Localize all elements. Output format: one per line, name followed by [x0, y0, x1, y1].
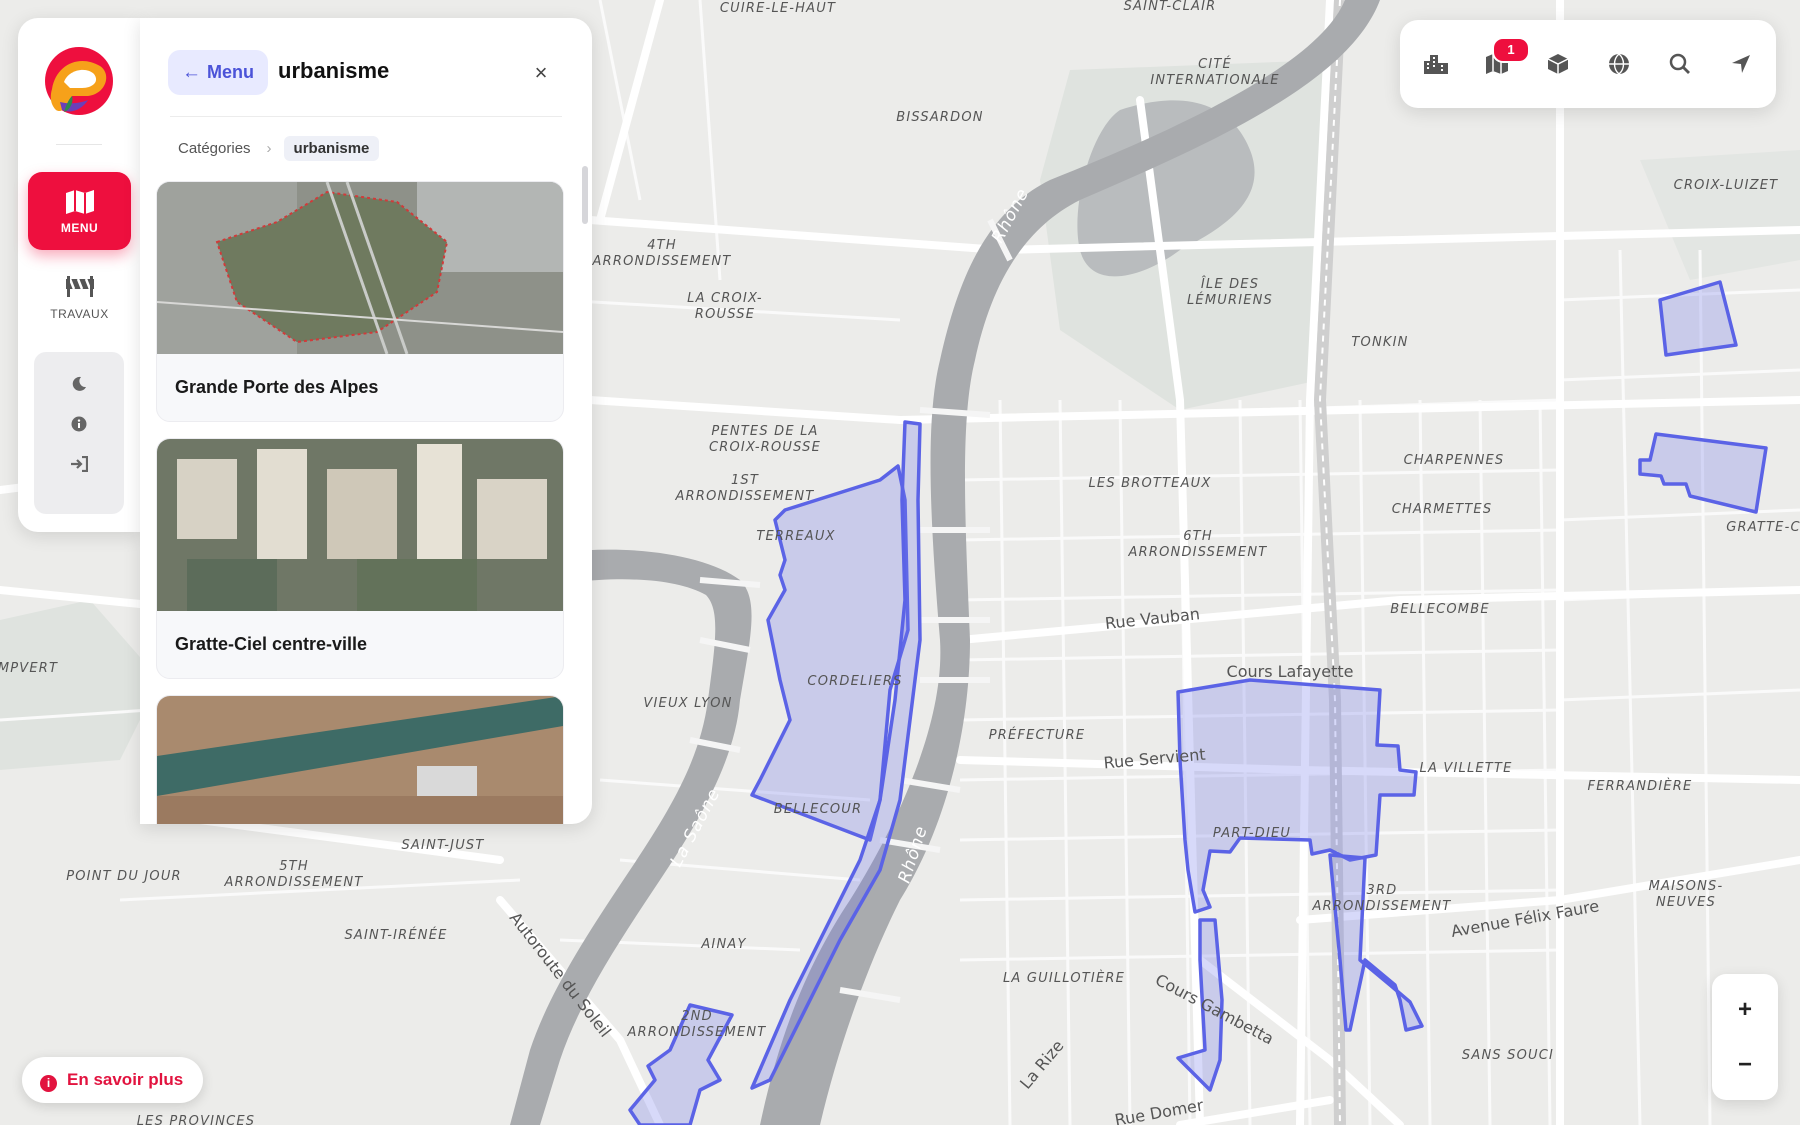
search-icon[interactable]: [1660, 44, 1700, 84]
svg-text:FERRANDIÈRE: FERRANDIÈRE: [1588, 778, 1693, 794]
project-card[interactable]: Grande Porte des Alpes: [156, 181, 564, 422]
svg-text:2ND: 2ND: [681, 1009, 713, 1024]
svg-text:MAISONS-: MAISONS-: [1649, 879, 1724, 894]
login-icon[interactable]: [59, 444, 99, 484]
travaux-label: TRAVAUX: [50, 307, 109, 321]
svg-text:LA VILLETTE: LA VILLETTE: [1420, 761, 1513, 776]
notification-badge: 1: [1492, 37, 1530, 63]
moon-icon[interactable]: [59, 364, 99, 404]
svg-text:ARRONDISSEMENT: ARRONDISSEMENT: [1128, 545, 1268, 560]
svg-text:CHARPENNES: CHARPENNES: [1404, 453, 1505, 468]
app-logo: [42, 44, 116, 118]
svg-text:VIEUX LYON: VIEUX LYON: [643, 696, 732, 711]
svg-text:SAINT-JUST: SAINT-JUST: [401, 838, 484, 853]
project-card[interactable]: [156, 695, 564, 824]
settings-group: [34, 352, 124, 514]
info-icon: i: [40, 1075, 57, 1092]
svg-text:SANS SOUCI: SANS SOUCI: [1462, 1048, 1554, 1063]
svg-text:ARRONDISSEMENT: ARRONDISSEMENT: [675, 489, 815, 504]
svg-text:CITÉ: CITÉ: [1198, 56, 1232, 72]
svg-text:INTERNATIONALE: INTERNATIONALE: [1150, 73, 1279, 88]
zoom-in-button[interactable]: +: [1712, 982, 1778, 1037]
learn-more-label: En savoir plus: [67, 1070, 184, 1089]
svg-text:MPVERT: MPVERT: [0, 661, 58, 676]
roadwork-barrier-icon: [65, 276, 94, 297]
menu-label: MENU: [60, 221, 99, 235]
scrollbar[interactable]: [582, 166, 588, 224]
menu-button[interactable]: MENU: [28, 172, 131, 250]
project-image: [157, 439, 563, 611]
svg-text:ARRONDISSEMENT: ARRONDISSEMENT: [627, 1025, 767, 1040]
svg-text:TONKIN: TONKIN: [1351, 335, 1408, 350]
svg-text:4TH: 4TH: [647, 238, 677, 253]
svg-text:PRÉFECTURE: PRÉFECTURE: [989, 727, 1086, 743]
map-toolbar: [1400, 20, 1776, 108]
arrow-left-icon: ←: [182, 62, 201, 83]
chevron-right-icon: ›: [266, 140, 272, 157]
svg-text:6TH: 6TH: [1183, 529, 1213, 544]
back-to-menu-button[interactable]: ← Menu: [168, 50, 268, 95]
svg-text:LES PROVINCES: LES PROVINCES: [137, 1114, 256, 1125]
svg-text:ROUSSE: ROUSSE: [695, 307, 755, 322]
svg-text:LA GUILLOTIÈRE: LA GUILLOTIÈRE: [1003, 970, 1125, 986]
breadcrumb-categories[interactable]: Catégories: [178, 140, 251, 157]
project-card[interactable]: Gratte-Ciel centre-ville: [156, 438, 564, 679]
svg-text:PART-DIEU: PART-DIEU: [1213, 826, 1291, 841]
svg-text:TERREAUX: TERREAUX: [756, 529, 835, 544]
svg-text:3RD: 3RD: [1367, 883, 1398, 898]
project-card-title: Gratte-Ciel centre-ville: [175, 634, 368, 654]
category-panel: ← Menu urbanisme × Catégories › urbanisme G…: [140, 18, 592, 824]
project-image: [157, 182, 563, 354]
locate-arrow-icon[interactable]: [1721, 44, 1761, 84]
buildings-icon[interactable]: [1416, 44, 1456, 84]
learn-more-button[interactable]: i En savoir plus: [22, 1057, 204, 1103]
svg-text:ÎLE DES: ÎLE DES: [1201, 276, 1259, 292]
svg-text:SAINT-IRÉNÉE: SAINT-IRÉNÉE: [344, 927, 447, 943]
svg-text:BISSARDON: BISSARDON: [896, 110, 984, 125]
globe-icon[interactable]: [1599, 44, 1639, 84]
svg-text:CORDELIERS: CORDELIERS: [807, 674, 902, 689]
panel-title: urbanisme: [278, 58, 390, 83]
svg-text:LA CROIX-: LA CROIX-: [687, 291, 763, 306]
rail-divider: [56, 144, 102, 145]
zoom-out-button[interactable]: −: [1712, 1037, 1778, 1092]
travaux-button[interactable]: TRAVAUX: [28, 274, 131, 334]
svg-text:PENTES DE LA: PENTES DE LA: [711, 424, 818, 439]
svg-text:LES BROTTEAUX: LES BROTTEAUX: [1088, 476, 1211, 491]
back-label: Menu: [207, 62, 254, 82]
close-icon[interactable]: ×: [526, 58, 556, 88]
svg-text:5TH: 5TH: [279, 859, 309, 874]
panel-divider: [170, 116, 562, 117]
map-icon: [65, 190, 94, 214]
svg-text:Cours Lafayette: Cours Lafayette: [1227, 662, 1354, 681]
svg-text:ARRONDISSEMENT: ARRONDISSEMENT: [1312, 899, 1452, 914]
svg-text:CUIRE-LE-HAUT: CUIRE-LE-HAUT: [720, 1, 836, 16]
svg-text:BELLECOUR: BELLECOUR: [774, 802, 863, 817]
svg-text:1ST: 1ST: [731, 473, 759, 488]
project-image: [157, 696, 563, 824]
zoom-controls: + −: [1712, 974, 1778, 1100]
svg-text:GRATTE-CI: GRATTE-CI: [1726, 520, 1800, 535]
svg-text:LÉMURIENS: LÉMURIENS: [1187, 292, 1273, 308]
project-card-title: Grande Porte des Alpes: [175, 377, 379, 397]
svg-text:CHARMETTES: CHARMETTES: [1392, 502, 1493, 517]
svg-text:NEUVES: NEUVES: [1656, 895, 1716, 910]
svg-text:ARRONDISSEMENT: ARRONDISSEMENT: [592, 254, 732, 269]
svg-text:CROIX-ROUSSE: CROIX-ROUSSE: [709, 440, 821, 455]
breadcrumb: Catégories › urbanisme: [178, 136, 380, 161]
side-rail: MENU TRAVAUX: [18, 18, 140, 532]
svg-text:SAINT-CLAIR: SAINT-CLAIR: [1124, 0, 1217, 14]
svg-text:POINT DU JOUR: POINT DU JOUR: [66, 869, 182, 884]
svg-text:BELLECOMBE: BELLECOMBE: [1390, 602, 1490, 617]
cube-3d-icon[interactable]: [1538, 44, 1578, 84]
info-icon[interactable]: [59, 404, 99, 444]
svg-text:CROIX-LUIZET: CROIX-LUIZET: [1674, 178, 1779, 193]
svg-text:AINAY: AINAY: [700, 937, 746, 952]
breadcrumb-current: urbanisme: [283, 136, 380, 161]
svg-text:ARRONDISSEMENT: ARRONDISSEMENT: [224, 875, 364, 890]
